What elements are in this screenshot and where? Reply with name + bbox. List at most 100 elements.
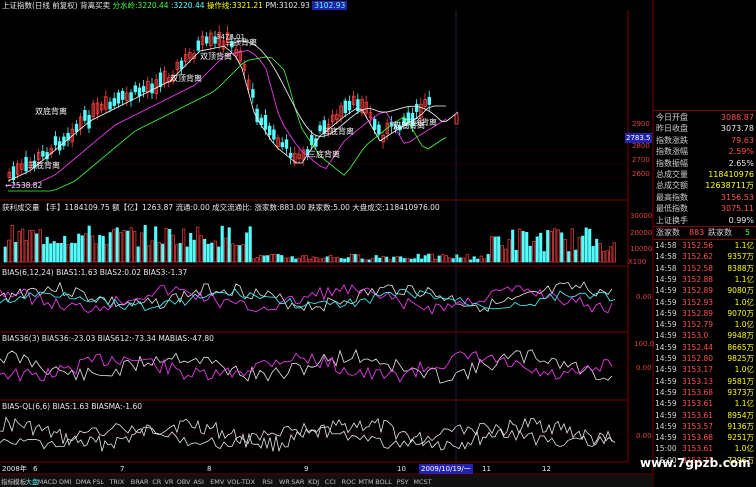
tick-row[interactable]: 14:59 3153.61 1.1亿	[653, 398, 756, 409]
tick-row[interactable]: 15:00 3153.61 1.0亿	[653, 443, 756, 454]
volume-bar	[220, 225, 224, 263]
indicator-tab[interactable]: MACD	[38, 478, 57, 486]
tick-row[interactable]: 14:58 3152.58 8388万	[653, 263, 756, 274]
indicator-tab[interactable]: CCI	[325, 478, 336, 486]
indicator-tab[interactable]: WR	[279, 478, 290, 486]
annotation-0: 三底背离	[28, 161, 60, 170]
tick-row[interactable]: 14:59 3153.68 9251万	[653, 432, 756, 443]
indicator-tab[interactable]: VR	[164, 478, 173, 486]
date-label-9: 9	[304, 465, 309, 473]
indicator-tab[interactable]: BOLL	[375, 478, 392, 486]
tick-row[interactable]: 14:59 3152.89 9080万	[653, 285, 756, 296]
volume-bar	[199, 235, 203, 263]
tick-row[interactable]: 14:59 3153.17 1.0亿	[653, 364, 756, 375]
tick-price: 3152.56	[682, 241, 714, 250]
indicator-tab[interactable]: ASI	[193, 478, 204, 486]
tick-row[interactable]: 14:59 3152.79 1.0亿	[653, 319, 756, 330]
indicator-tab[interactable]: FSL	[93, 478, 104, 486]
tick-row[interactable]: 14:59 3152.80 9825万	[653, 353, 756, 364]
tick-row[interactable]: 14:58 3152.56 1.1亿	[653, 240, 756, 251]
pm-secondary: 3102.93	[312, 1, 348, 10]
bias3-line	[0, 422, 613, 450]
indicator-tab[interactable]: MCST	[413, 478, 431, 486]
volume-bar	[374, 255, 378, 263]
indicator-tab[interactable]: RSI	[262, 478, 273, 486]
indicator-tab[interactable]: OBV	[177, 478, 191, 486]
annotation-3: 双顶背离	[200, 52, 232, 61]
indicator-tab[interactable]: DMA	[76, 478, 91, 486]
candle-body	[263, 115, 268, 130]
volume-bar	[462, 257, 466, 263]
indicator-tab[interactable]: SAR	[291, 478, 304, 486]
volume-bar	[245, 232, 249, 263]
volume-bar	[56, 242, 60, 263]
volume-bar	[420, 258, 424, 263]
volume-bar	[301, 255, 305, 263]
volume-bar	[24, 240, 28, 263]
indicator-tab[interactable]: EMV	[210, 478, 224, 486]
up-count-label: 涨家数	[656, 228, 680, 237]
volume-bar	[364, 259, 368, 263]
tick-time: 14:59	[655, 365, 677, 375]
indicator-tab[interactable]: VOL-TDX	[227, 478, 255, 486]
volume-bar	[266, 255, 270, 263]
down-count-value: 5	[745, 228, 751, 237]
tick-price: 3153.0	[682, 331, 709, 341]
volume-bar	[360, 258, 364, 263]
volume-bar	[500, 245, 504, 263]
volume-bar	[248, 226, 252, 263]
candle-body	[129, 92, 133, 101]
tick-row[interactable]: 14:59 3152.93 1.0亿	[653, 297, 756, 308]
volume-bar	[413, 258, 417, 263]
indicator-tab[interactable]: BRAR	[131, 478, 149, 486]
volume-bar	[371, 257, 375, 263]
tick-row[interactable]: 14:59 3153.68 9373万	[653, 387, 756, 398]
indicator-tab[interactable]: MTM	[358, 478, 373, 486]
volume-bar	[574, 249, 578, 263]
indicator-tab[interactable]: 模板	[13, 478, 26, 486]
tick-row[interactable]: 14:59 3152.44 8665万	[653, 342, 756, 353]
tick-row[interactable]: 14:59 3152.88 1.1亿	[653, 274, 756, 285]
candle-body	[83, 110, 87, 121]
volume-bar	[164, 228, 168, 263]
tick-row[interactable]: 14:59 3153.13 9581万	[653, 376, 756, 387]
indicator-tab[interactable]: CR	[152, 478, 161, 486]
volume-bar	[318, 258, 322, 263]
candle-body	[158, 72, 163, 88]
candle-body	[427, 96, 431, 105]
candle-body	[11, 166, 16, 180]
indicator-tab[interactable]: TRIX	[109, 478, 124, 486]
volume-bar	[507, 239, 511, 263]
indicator-tab[interactable]: DMI	[59, 478, 72, 486]
tick-row[interactable]: 14:59 3153.61 8954万	[653, 410, 756, 421]
updown-row: 涨家数 883 跌家数 5	[653, 226, 756, 240]
volume-bar	[108, 232, 112, 263]
volume-bar	[157, 241, 161, 263]
volume-bar	[91, 235, 95, 263]
tick-row[interactable]: 14:59 3152.89 9070万	[653, 308, 756, 319]
tick-row[interactable]: 14:59 3153.57 9136万	[653, 421, 756, 432]
tick-row[interactable]: 14:59 3153.0 9948万	[653, 330, 756, 341]
stat-row: 最低指数 3075.11	[653, 203, 756, 215]
volume-bar	[605, 250, 609, 263]
tick-time: 14:59	[655, 331, 677, 341]
volume-bar	[115, 227, 119, 263]
volume-bar	[262, 255, 266, 263]
stat-value: 2.65%	[728, 158, 754, 168]
ma-line	[8, 49, 447, 186]
indicator-tab[interactable]: KDJ	[308, 478, 319, 486]
indicator-tab[interactable]: 指标	[1, 478, 14, 486]
indicator-tab[interactable]: ROC	[342, 478, 356, 486]
volume-bar	[308, 258, 312, 263]
indicator-tab[interactable]: PSY	[397, 478, 409, 486]
tick-price: 3152.62	[682, 252, 714, 262]
date-cursor-label: 2009/10/19/一	[419, 464, 473, 474]
volume-bar	[486, 254, 490, 263]
tick-price: 3152.89	[682, 286, 714, 296]
indicator-tab[interactable]: 大盘	[25, 478, 38, 486]
stat-label: 最低指数	[656, 204, 688, 214]
tick-time: 14:58	[655, 263, 677, 273]
date-label-12: 12	[542, 465, 551, 473]
tick-row[interactable]: 14:58 3152.62 9357万	[653, 251, 756, 262]
volume-bar	[234, 244, 238, 263]
